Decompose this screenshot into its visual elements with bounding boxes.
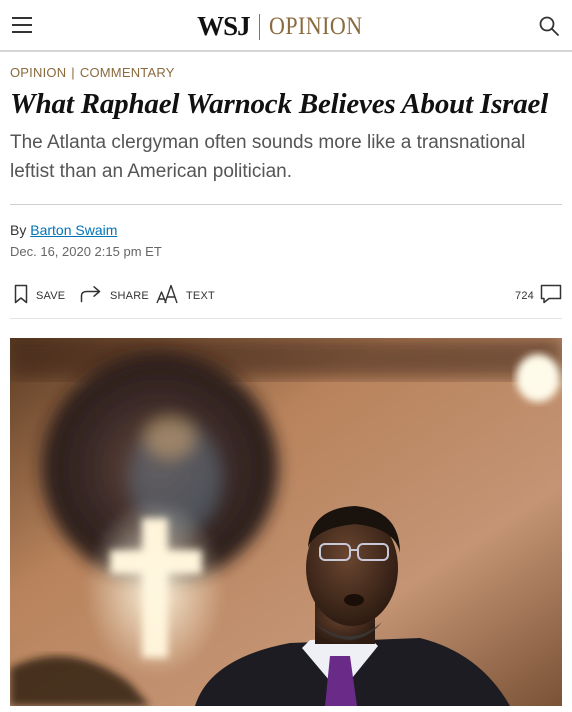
text-size-button[interactable]: TEXT — [156, 282, 215, 310]
comments-button[interactable]: 724 — [515, 282, 562, 310]
kicker-divider: | — [71, 65, 75, 80]
search-icon[interactable] — [538, 15, 560, 37]
byline-prefix: By — [10, 222, 27, 238]
divider — [10, 318, 562, 319]
top-navigation-bar: WSJ OPINION — [0, 0, 572, 52]
article-headline: What Raphael Warnock Believes About Isra… — [10, 88, 549, 120]
save-button[interactable]: SAVE — [14, 282, 65, 310]
share-arrow-icon — [80, 285, 102, 308]
kicker-section-link[interactable]: OPINION — [10, 65, 66, 80]
comment-count: 724 — [515, 290, 534, 302]
divider — [10, 204, 562, 205]
save-label: SAVE — [36, 290, 66, 302]
article-kicker: OPINION | COMMENTARY — [10, 65, 175, 80]
article-photo — [10, 338, 562, 706]
article-toolbar: SAVE SHARE TEXT 724 — [10, 282, 562, 310]
byline: By Barton Swaim — [10, 222, 117, 238]
text-size-icon — [156, 284, 178, 309]
article-dek: The Atlanta clergyman often sounds more … — [10, 132, 526, 182]
text-label: TEXT — [186, 290, 215, 302]
bookmark-icon — [14, 284, 28, 309]
logo-divider — [258, 13, 260, 40]
author-link[interactable]: Barton Swaim — [30, 222, 117, 238]
share-button[interactable]: SHARE — [80, 282, 149, 310]
site-logo[interactable]: WSJ OPINION — [0, 11, 572, 41]
logo-wsj: WSJ — [197, 11, 251, 41]
article-timestamp: Dec. 16, 2020 2:15 pm ET — [10, 244, 162, 259]
share-label: SHARE — [110, 290, 149, 302]
logo-section-opinion: OPINION — [268, 12, 363, 40]
comment-bubble-icon — [540, 284, 562, 309]
kicker-category-link[interactable]: COMMENTARY — [80, 65, 175, 80]
